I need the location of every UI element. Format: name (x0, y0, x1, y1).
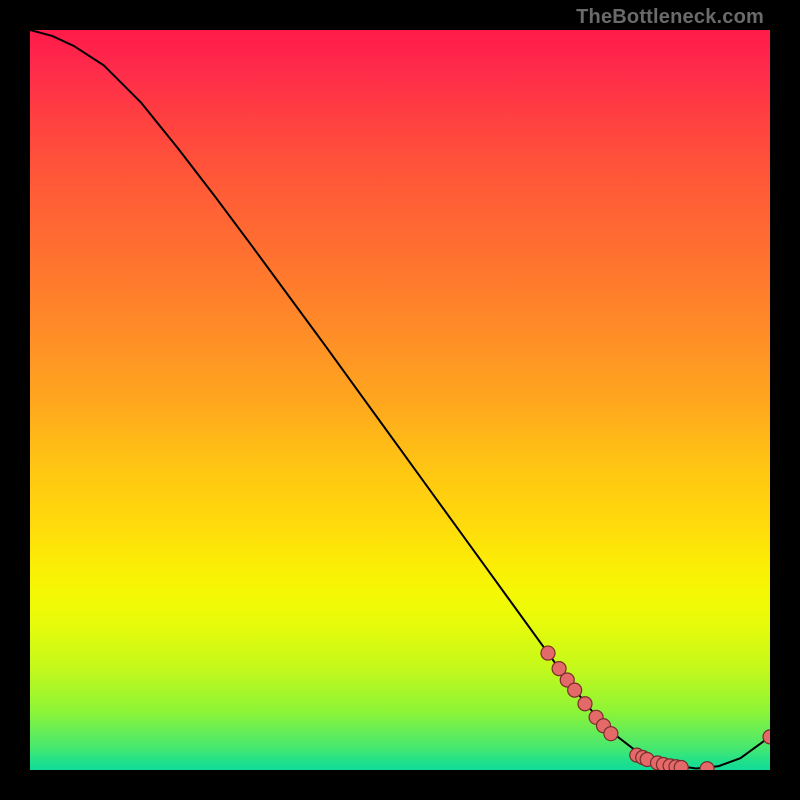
curve-line (30, 30, 770, 769)
plot-area (30, 30, 770, 770)
data-point (604, 727, 618, 741)
attribution-watermark: TheBottleneck.com (576, 6, 764, 29)
data-point (674, 760, 688, 770)
bottleneck-curve (30, 30, 770, 769)
data-point (568, 683, 582, 697)
marker-points (541, 646, 770, 770)
chart-overlay-svg (30, 30, 770, 770)
data-point (700, 762, 714, 770)
data-point (578, 697, 592, 711)
data-point (541, 646, 555, 660)
chart-canvas: TheBottleneck.com (0, 0, 800, 800)
